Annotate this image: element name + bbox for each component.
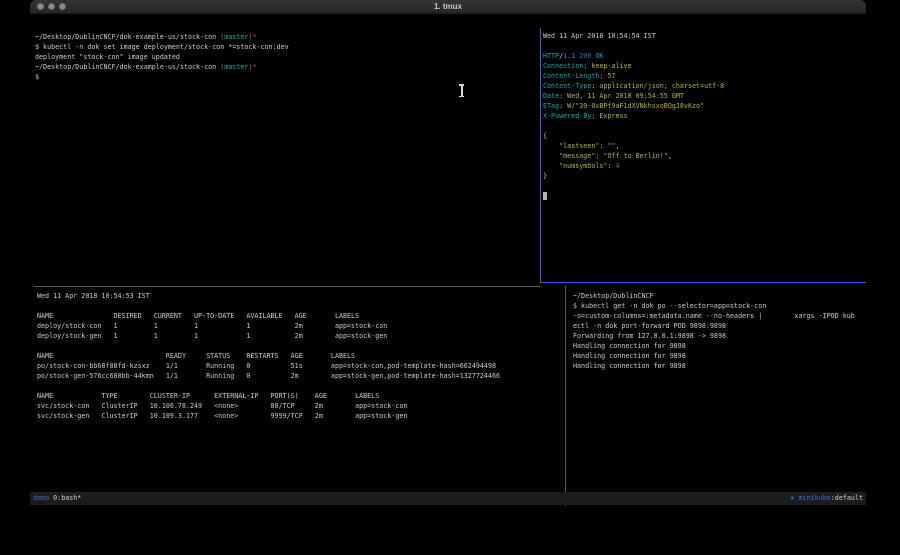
terminal-line: Content-Type: application/json; charset=… — [543, 81, 863, 91]
terminal-window: 1. tmux ~/Desktop/DublinCNCF/dok-example… — [30, 0, 866, 507]
terminal-line: Handling connection for 9898 — [573, 351, 863, 361]
terminal-line: "message": "Off to Berlin!", — [543, 151, 863, 161]
pane-kubectl-resources[interactable]: Wed 11 Apr 2018 10:54:53 IST NAME DESIRE… — [37, 291, 537, 501]
status-right: ⎈ minikube:default — [791, 492, 864, 505]
terminal-line: Handling connection for 9898 — [573, 361, 863, 371]
traffic-lights — [37, 3, 66, 10]
terminal-line: X-Powered-By: Express — [543, 111, 863, 121]
terminal-line: Connection: keep-alive — [543, 61, 863, 71]
terminal-line: Wed 11 Apr 2018 10:54:54 IST — [543, 31, 863, 41]
tmux-status-bar: demo 0:bash* ⎈ minikube:default — [30, 492, 866, 505]
terminal-line: $ kubectl -n dok set image deployment/st… — [35, 42, 535, 52]
terminal-line — [37, 341, 537, 351]
desktop-background: 1. tmux ~/Desktop/DublinCNCF/dok-example… — [0, 0, 900, 555]
session-name: demo — [33, 494, 53, 502]
pane-shell-set-image[interactable]: ~/Desktop/DublinCNCF/dok-example-us/stoc… — [35, 32, 535, 272]
pane-border-vertical-bottom[interactable] — [565, 286, 566, 506]
terminal-line: Forwarding from 127.0.0.1:9898 -> 9898 — [573, 331, 863, 341]
status-left: demo 0:bash* — [33, 492, 81, 505]
pane-border-vertical-top[interactable] — [540, 28, 541, 282]
terminal-line: $ — [35, 72, 535, 82]
terminal-line: ~/Desktop/DublinCNCF — [573, 291, 863, 301]
terminal-line: Handling connection for 9898 — [573, 341, 863, 351]
window-titlebar[interactable]: 1. tmux — [30, 0, 866, 14]
terminal-line — [37, 381, 537, 391]
terminal-line: Content-Length: 57 — [543, 71, 863, 81]
pane-port-forward[interactable]: ~/Desktop/DublinCNCF$ kubectl get -n dok… — [573, 291, 863, 501]
window-tab-bash[interactable]: 0:bash* — [53, 494, 81, 502]
terminal-line: deploy/stock-con 1 1 1 1 2m app=stock-co… — [37, 321, 537, 331]
terminal-line: po/stock-con-bb68f88fd-kzsxz 1/1 Running… — [37, 361, 537, 371]
terminal-line: svc/stock-con ClusterIP 10.106.78.249 <n… — [37, 401, 537, 411]
terminal-line — [543, 121, 863, 131]
terminal-line: HTTP/1.1 200 OK — [543, 51, 863, 61]
terminal-line: Wed 11 Apr 2018 10:54:53 IST — [37, 291, 537, 301]
terminal-line: svc/stock-gen ClusterIP 10.109.3.177 <no… — [37, 411, 537, 421]
zoom-window-button[interactable] — [59, 3, 66, 10]
terminal-line: ~/Desktop/DublinCNCF/dok-example-us/stoc… — [35, 32, 535, 42]
terminal-line: { — [543, 131, 863, 141]
helm-wheel-icon: ⎈ — [791, 494, 799, 502]
terminal-line: NAME READY STATUS RESTARTS AGE LABELS — [37, 351, 537, 361]
terminal-line: NAME TYPE CLUSTER-IP EXTERNAL-IP PORT(S)… — [37, 391, 537, 401]
terminal-line: Date: Wed, 11 Apr 2018 09:54:55 GMT — [543, 91, 863, 101]
terminal-line: } — [543, 171, 863, 181]
minimize-window-button[interactable] — [48, 3, 55, 10]
close-window-button[interactable] — [37, 3, 44, 10]
tmux-session: ~/Desktop/DublinCNCF/dok-example-us/stoc… — [30, 14, 866, 492]
terminal-line: ectl -n dok port-forward POD 9898:9898 — [573, 321, 863, 331]
terminal-line — [543, 191, 863, 201]
terminal-line: ETag: W/"39-0xBPf9aF1dXVNkhsxoBQgJ8vKzo" — [543, 101, 863, 111]
terminal-line — [37, 301, 537, 311]
terminal-line: "numsymbols": 4 — [543, 161, 863, 171]
terminal-line: deploy/stock-gen 1 1 1 1 2m app=stock-ge… — [37, 331, 537, 341]
window-title: 1. tmux — [30, 0, 866, 14]
terminal-line: $ kubectl get -n dok po --selector=app=s… — [573, 301, 863, 311]
terminal-line: -o=custom-columns=:metadata.name --no-he… — [573, 311, 863, 321]
terminal-line: "lastseen": "", — [543, 141, 863, 151]
kube-context: minikube — [799, 494, 831, 502]
terminal-line — [543, 41, 863, 51]
pane-http-response[interactable]: Wed 11 Apr 2018 10:54:54 IST HTTP/1.1 20… — [543, 31, 863, 276]
terminal-line: deployment "stock-con" image updated — [35, 52, 535, 62]
pane-border-horizontal-left[interactable] — [33, 286, 540, 287]
terminal-line: ~/Desktop/DublinCNCF/dok-example-us/stoc… — [35, 62, 535, 72]
terminal-line: NAME DESIRED CURRENT UP-TO-DATE AVAILABL… — [37, 311, 537, 321]
pane-border-horizontal-right[interactable] — [540, 282, 866, 283]
terminal-line: po/stock-gen-576cc688bb-44kmn 1/1 Runnin… — [37, 371, 537, 381]
kube-namespace: :default — [831, 494, 863, 502]
terminal-line — [543, 181, 863, 191]
mouse-text-cursor-icon — [458, 84, 465, 97]
